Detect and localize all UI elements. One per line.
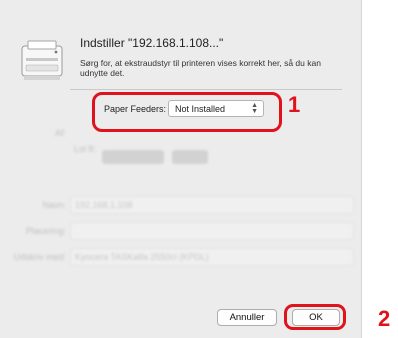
bg-location-field xyxy=(70,222,354,240)
highlight-ok-button xyxy=(284,304,346,330)
step-1-callout: 1 xyxy=(288,92,301,117)
printer-options-sheet: Af: Lol ft: Navn: 192.168.1.108 Placerin… xyxy=(0,0,362,338)
highlight-paper-feeders xyxy=(92,92,282,132)
bg-driver-field: Kyocera TASKalfa 2550ci (KPDL) xyxy=(70,248,354,266)
dialog-title: Indstiller "192.168.1.108..." xyxy=(80,36,224,50)
bg-blurred-value-b xyxy=(172,150,208,164)
bg-blurred-value-a xyxy=(102,150,164,164)
bg-kind-label: Af: xyxy=(54,128,66,138)
cancel-button[interactable]: Annuller xyxy=(217,309,277,326)
printer-icon xyxy=(21,40,63,80)
bg-via-label: Lol ft: xyxy=(73,144,96,154)
bg-name-label: Navn: xyxy=(42,200,66,210)
bg-name-field: 192.168.1.108 xyxy=(70,196,354,214)
bg-row-driver: Udskriv med: Kyocera TASKalfa 2550ci (KP… xyxy=(0,248,362,268)
dialog-description: Sørg for, at ekstraudstyr til printeren … xyxy=(80,58,321,78)
bg-row-name: Navn: 192.168.1.108 xyxy=(0,196,362,216)
bg-row-location: Placering: xyxy=(0,222,362,242)
step-2-callout: 2 xyxy=(378,306,391,331)
divider xyxy=(70,89,342,90)
bg-driver-label: Udskriv med: xyxy=(13,252,66,262)
bg-location-label: Placering: xyxy=(25,226,66,236)
